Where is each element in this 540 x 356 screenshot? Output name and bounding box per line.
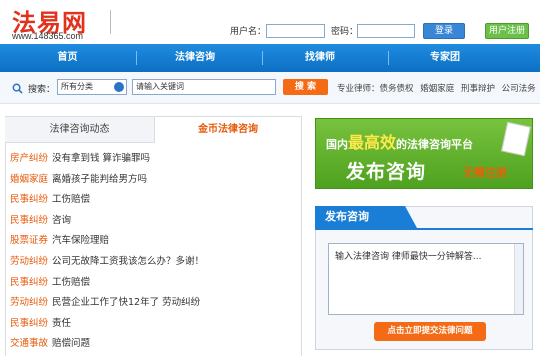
item-category[interactable]: 交通事故 xyxy=(10,338,48,349)
nav-expert-team[interactable]: 专家团 xyxy=(395,44,495,72)
chevron-down-icon xyxy=(114,82,124,92)
item-title[interactable]: 工伤赔偿 xyxy=(52,194,90,205)
banner-headline: 发布咨询 xyxy=(346,161,427,183)
item-category[interactable]: 婚姻家庭 xyxy=(10,174,48,185)
username-input[interactable] xyxy=(266,24,325,38)
lawyer-tag[interactable]: 婚姻家庭 xyxy=(420,84,454,94)
item-category[interactable]: 房产纠纷 xyxy=(10,153,48,164)
username-label: 用户名： xyxy=(230,27,267,37)
header: 法易网 www.148365.com 用户名： 密码： 登录 用户注册 xyxy=(0,0,540,44)
register-button[interactable]: 用户注册 xyxy=(485,23,529,39)
list-item[interactable]: 股票证券 汽车保险理赔 xyxy=(10,234,300,255)
search-input[interactable]: 请输入关键词 xyxy=(132,79,276,95)
tab-coin-consult[interactable]: 金币法律咨询 xyxy=(155,117,301,143)
login-button[interactable]: 登录 xyxy=(423,23,465,39)
list-item[interactable]: 房产纠纷 没有拿到钱 算诈骗罪吗 xyxy=(10,152,300,173)
item-category[interactable]: 劳动纠纷 xyxy=(10,256,48,267)
list-item[interactable]: 民事纠纷 工伤赔偿 xyxy=(10,193,300,214)
list-item[interactable]: 交通事故 赔偿问题 xyxy=(10,337,300,356)
item-title[interactable]: 汽车保险理赔 xyxy=(52,235,109,246)
search-icon xyxy=(12,83,23,94)
nav-divider xyxy=(262,51,263,65)
lawyer-tags: 专业律师：债务债权 婚姻家庭 刑事辩护 公司法务 xyxy=(337,82,540,94)
list-item[interactable]: 劳动纠纷 民营企业工作了快12年了 劳动纠纷 xyxy=(10,296,300,317)
item-title[interactable]: 责任 xyxy=(52,318,71,329)
nav-home[interactable]: 首页 xyxy=(20,44,115,72)
lawyer-tag[interactable]: 公司法务 xyxy=(502,84,536,94)
consult-textarea[interactable]: 输入法律咨询 律师最快一分钟解答... xyxy=(328,243,524,315)
item-category[interactable]: 民事纠纷 xyxy=(10,194,48,205)
consult-textarea-placeholder: 输入法律咨询 律师最快一分钟解答... xyxy=(335,252,482,262)
nav-legal-consult[interactable]: 法律咨询 xyxy=(145,44,245,72)
nav-find-lawyer[interactable]: 找律师 xyxy=(270,44,370,72)
item-title[interactable]: 公司无故降工资我该怎么办？多谢！ xyxy=(52,256,204,267)
item-title[interactable]: 咨询 xyxy=(52,215,71,226)
tab-consult-news[interactable]: 法律咨询动态 xyxy=(5,117,155,143)
category-select[interactable]: 所有分类 xyxy=(57,79,127,95)
item-title[interactable]: 赔偿问题 xyxy=(52,338,90,349)
main-nav: 首页 法律咨询 找律师 专家团 xyxy=(0,44,540,72)
item-title[interactable]: 工伤赔偿 xyxy=(52,277,90,288)
notepad-icon xyxy=(501,121,531,157)
banner-slogan: 国内最高效的法律咨询平台 xyxy=(326,133,474,152)
list-item[interactable]: 劳动纠纷 公司无故降工资我该怎么办？多谢！ xyxy=(10,255,300,276)
textarea-scrollbar[interactable] xyxy=(514,244,523,314)
item-category[interactable]: 民事纠纷 xyxy=(10,277,48,288)
list-item[interactable]: 民事纠纷 责任 xyxy=(10,317,300,338)
list-item[interactable]: 民事纠纷 咨询 xyxy=(10,214,300,235)
submit-question-button[interactable]: 点击立即提交法律问题 xyxy=(374,322,486,341)
item-category[interactable]: 民事纠纷 xyxy=(10,215,48,226)
list-item[interactable]: 婚姻家庭 离婚孩子能判给男方吗 xyxy=(10,173,300,194)
item-title[interactable]: 民营企业工作了快12年了 劳动纠纷 xyxy=(52,297,200,308)
search-button[interactable]: 搜 索 xyxy=(283,79,328,95)
search-label: 搜索： xyxy=(28,85,56,95)
item-category[interactable]: 民事纠纷 xyxy=(10,318,48,329)
consult-list: 房产纠纷 没有拿到钱 算诈骗罪吗 婚姻家庭 离婚孩子能判给男方吗 民事纠纷 工伤赔偿 … xyxy=(10,152,300,356)
consult-form-title: 发布咨询 xyxy=(315,206,417,228)
list-item[interactable]: 民事纠纷 工伤赔偿 xyxy=(10,276,300,297)
category-select-value: 所有分类 xyxy=(61,82,93,91)
item-title[interactable]: 离婚孩子能判给男方吗 xyxy=(52,174,147,185)
password-input[interactable] xyxy=(357,24,415,38)
banner-no-register: 无需注册 xyxy=(463,166,507,179)
logo-divider xyxy=(110,10,111,34)
password-label: 密码： xyxy=(331,27,359,37)
publish-consult-banner[interactable]: 国内最高效的法律咨询平台 发布咨询 无需注册 xyxy=(315,118,533,189)
item-title[interactable]: 没有拿到钱 算诈骗罪吗 xyxy=(52,153,150,164)
nav-divider xyxy=(388,51,389,65)
item-category[interactable]: 劳动纠纷 xyxy=(10,297,48,308)
item-category[interactable]: 股票证券 xyxy=(10,235,48,246)
lawyer-tag[interactable]: 专业律师：债务债权 xyxy=(337,84,414,94)
lawyer-tag[interactable]: 刑事辩护 xyxy=(461,84,495,94)
form-header-line xyxy=(315,228,533,230)
nav-divider xyxy=(136,51,137,65)
site-url: www.148365.com xyxy=(12,31,84,41)
